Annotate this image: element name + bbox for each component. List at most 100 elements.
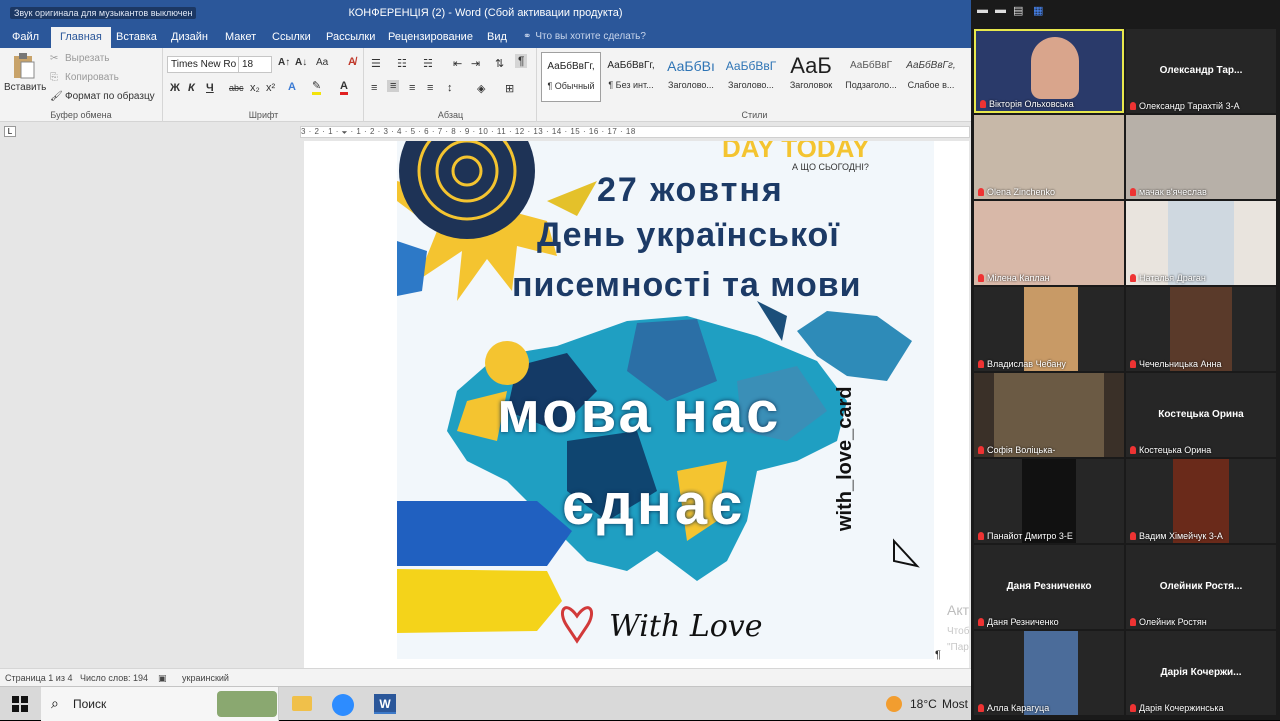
status-word-count[interactable]: Число слов: 194: [80, 673, 148, 683]
borders-icon[interactable]: ⊞: [505, 82, 514, 95]
font-size-combo[interactable]: 18: [238, 56, 272, 73]
tell-me-search[interactable]: ⚭ Что вы хотите сделать?: [523, 27, 646, 48]
participant-name-label: Владислав Чебану: [978, 359, 1066, 369]
participant-tile[interactable]: Костецька Орина Костецька Орина: [1126, 373, 1276, 457]
style-no-spacing[interactable]: АаБбВвГг, ¶ Без инт...: [601, 52, 661, 102]
participant-tile[interactable]: Чечельницька Анна: [1126, 287, 1276, 371]
participant-tile[interactable]: Olena Zinchenko: [974, 115, 1124, 199]
participant-tile[interactable]: Алла Карагуца: [974, 631, 1124, 715]
bold-button[interactable]: Ж: [170, 82, 180, 94]
tab-references[interactable]: Ссылки: [263, 27, 320, 48]
shading-icon[interactable]: ◈: [477, 82, 485, 95]
participant-tile[interactable]: Вадим Хімейчук 3-А: [1126, 459, 1276, 543]
font-name-combo[interactable]: Times New Ro: [167, 56, 239, 73]
participant-name-label: Дарія Кочержинська: [1130, 703, 1224, 713]
participant-tile[interactable]: Софія Воліцька-: [974, 373, 1124, 457]
poster-image[interactable]: DAY TODAY А ЩО СЬОГОДНІ? 27 жовтня День …: [397, 141, 934, 659]
italic-button[interactable]: К: [188, 82, 195, 94]
show-marks-button[interactable]: ¶: [515, 54, 528, 68]
status-page[interactable]: Страница 1 из 4: [5, 673, 72, 683]
justify-icon[interactable]: ≡: [427, 82, 433, 94]
change-case-button[interactable]: Aa: [316, 57, 328, 68]
format-painter-button[interactable]: 🖌 Формат по образцу: [50, 91, 155, 102]
gallery-view-icon[interactable]: ▦: [1033, 4, 1043, 17]
align-center-icon[interactable]: ≡: [387, 80, 400, 92]
cut-button[interactable]: ✂ Вырезать: [50, 53, 109, 64]
tab-mailings[interactable]: Рассылки: [317, 27, 384, 48]
participant-tile[interactable]: Владислав Чебану: [974, 287, 1124, 371]
group-label-paragraph: Абзац: [437, 110, 464, 120]
sort-icon[interactable]: ⇅: [495, 57, 504, 70]
participant-tile[interactable]: Дарія Кочержи... Дарія Кочержинська: [1126, 631, 1276, 715]
participant-tile[interactable]: Даня Резниченко Даня Резниченко: [974, 545, 1124, 629]
end-pilcrow: ¶: [935, 649, 941, 661]
strike-button[interactable]: abc: [229, 83, 244, 93]
participant-tile[interactable]: Олександр Тар... Олександр Тарахтій 3-А: [1126, 29, 1276, 113]
paste-button[interactable]: Вставить: [4, 52, 46, 102]
minimize-icon[interactable]: ▬: [977, 4, 988, 16]
style-heading-1[interactable]: АаБбВı Заголово...: [661, 52, 721, 102]
participant-tile[interactable]: Панайот Дмитро 3-Е: [974, 459, 1124, 543]
document-page[interactable]: DAY TODAY А ЩО СЬОГОДНІ? 27 жовтня День …: [304, 141, 969, 671]
participant-tile[interactable]: Мілена Каплан: [974, 201, 1124, 285]
style-subtitle[interactable]: АаБбВвГ Подзаголо...: [841, 52, 901, 102]
participant-tile[interactable]: Олейник Ростя... Олейник Ростян: [1126, 545, 1276, 629]
tab-layout[interactable]: Макет: [216, 27, 265, 48]
file-explorer-icon[interactable]: [292, 696, 312, 711]
highlight-icon[interactable]: ✎: [312, 81, 322, 95]
superscript-button[interactable]: x²: [266, 82, 275, 94]
taskbar-search[interactable]: ⌕ Поиск: [41, 687, 279, 721]
tab-insert[interactable]: Вставка: [107, 27, 166, 48]
participant-tile[interactable]: Вікторія Ольховська: [974, 29, 1124, 113]
weather-icon[interactable]: [886, 696, 902, 712]
muted-mic-icon: [978, 274, 984, 282]
text-effects-icon[interactable]: A: [288, 81, 296, 93]
scissors-icon: ✂: [50, 53, 59, 65]
subscript-button[interactable]: x₂: [250, 82, 260, 94]
underline-button[interactable]: Ч: [206, 82, 214, 94]
weather-text[interactable]: Most: [942, 697, 968, 711]
participant-name-label: Мілена Каплан: [978, 273, 1050, 283]
participant-tile[interactable]: Наталья Драган: [1126, 201, 1276, 285]
horizontal-ruler[interactable]: 3 · 2 · 1 · 🞃 · 1 · 2 · 3 · 4 · 5 · 6 · …: [300, 126, 970, 138]
participant-name-label: Вікторія Ольховська: [980, 99, 1074, 109]
multilevel-icon[interactable]: ☵: [423, 57, 433, 70]
bullets-icon[interactable]: ☰: [371, 57, 381, 70]
grow-font-icon[interactable]: A↑: [278, 57, 290, 68]
align-right-icon[interactable]: ≡: [409, 82, 415, 94]
proofing-icon[interactable]: ▣: [158, 673, 167, 684]
tab-view[interactable]: Вид: [478, 27, 516, 48]
brush-icon: 🖌: [50, 91, 63, 103]
poster-slogan-line1: мова нас: [497, 380, 782, 445]
style-normal[interactable]: АаБбВвГг, ¶ Обычный: [541, 52, 601, 102]
copy-button[interactable]: ⎘ Копировать: [50, 72, 119, 83]
tab-home[interactable]: Главная: [51, 27, 111, 48]
word-app-icon[interactable]: W: [374, 694, 396, 714]
tab-design[interactable]: Дизайн: [162, 27, 217, 48]
activation-watermark-line2: Чтоб: [947, 626, 970, 637]
tab-file[interactable]: Файл: [3, 27, 48, 48]
windows-start-icon[interactable]: [12, 696, 28, 712]
participant-name-label: мачак в'ячеслав: [1130, 187, 1207, 197]
minimize-icon-2[interactable]: ▬: [995, 4, 1006, 16]
muted-mic-icon: [978, 618, 984, 626]
style-heading-2[interactable]: АаБбВвГ Заголово...: [721, 52, 781, 102]
restore-icon[interactable]: ▤: [1013, 4, 1023, 17]
style-subtle-emphasis[interactable]: АаБбВвГг, Слабое в...: [901, 52, 961, 102]
decrease-indent-icon[interactable]: ⇤: [453, 57, 462, 70]
shrink-font-icon[interactable]: A↓: [295, 57, 307, 68]
tab-review[interactable]: Рецензирование: [379, 27, 482, 48]
align-left-icon[interactable]: ≡: [371, 82, 377, 94]
zoom-app-icon[interactable]: [332, 694, 354, 716]
font-color-icon[interactable]: A: [340, 81, 348, 95]
style-title[interactable]: АаБ Заголовок: [781, 52, 841, 102]
increase-indent-icon[interactable]: ⇥: [471, 57, 480, 70]
title-bar: Звук оригинала для музыкантов выключен К…: [0, 0, 971, 27]
participant-tile[interactable]: мачак в'ячеслав: [1126, 115, 1276, 199]
status-language[interactable]: украинский: [182, 673, 229, 683]
tab-selector[interactable]: L: [4, 126, 16, 137]
clear-format-icon[interactable]: A̸: [348, 56, 356, 68]
line-spacing-icon[interactable]: ↕: [447, 82, 453, 94]
weather-temp[interactable]: 18°C: [910, 697, 937, 711]
numbering-icon[interactable]: ☷: [397, 57, 407, 70]
